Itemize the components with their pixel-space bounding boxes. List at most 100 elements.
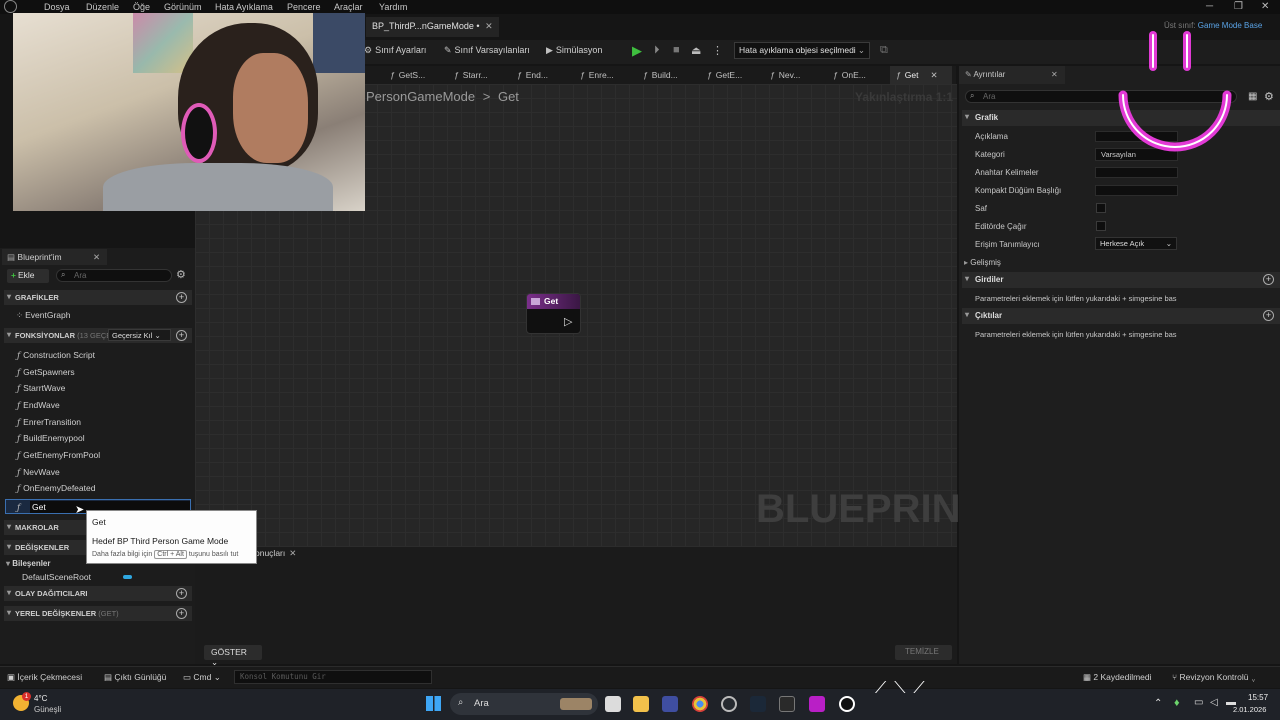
windows-start-icon[interactable] — [426, 696, 441, 711]
file-explorer-icon[interactable] — [633, 696, 649, 712]
github-desktop-icon[interactable] — [721, 696, 737, 712]
function-item[interactable]: ƒ Construction Script — [17, 350, 95, 361]
graph-tab[interactable]: ƒ Nev... — [770, 70, 800, 80]
maximize-icon[interactable]: ❐ — [1234, 1, 1243, 12]
function-item[interactable]: ƒ BuildEnemypool — [17, 433, 85, 444]
graph-tab[interactable]: ƒ Build... — [643, 70, 678, 80]
graph-tab[interactable]: ƒ GetE... — [707, 70, 742, 80]
variable-item[interactable]: DefaultSceneRoot — [22, 572, 91, 582]
keywords-field[interactable] — [1095, 167, 1178, 178]
steam-icon[interactable] — [750, 696, 766, 712]
unreal-engine-icon[interactable] — [839, 696, 855, 712]
settings-gear-icon[interactable]: ⚙ — [1264, 90, 1274, 103]
breadcrumb-parent[interactable]: PersonGameMode — [366, 89, 475, 104]
clock-date[interactable]: 2.01.2026 — [1233, 705, 1266, 714]
graph-tab-active[interactable]: ƒ Get ✕ — [896, 70, 938, 81]
event-dispatchers-section-header[interactable]: OLAY DAĞITICILARI — [4, 586, 192, 601]
debug-find-icon[interactable]: ⧉ — [880, 44, 888, 57]
pure-checkbox[interactable] — [1096, 203, 1106, 213]
menu-view[interactable]: Görünüm — [164, 2, 202, 12]
menu-file[interactable]: Dosya — [44, 2, 70, 12]
volume-icon[interactable]: ◁ — [1210, 697, 1218, 708]
function-item[interactable]: ƒ NevWave — [17, 467, 60, 478]
close-tab-icon[interactable]: ✕ — [485, 21, 493, 31]
table-view-icon[interactable]: ▦ — [1248, 91, 1257, 102]
function-item[interactable]: ƒ OnEnemyDefeated — [17, 483, 95, 494]
compiler-results-tab[interactable]: onuçları ✕ — [255, 548, 296, 559]
store-icon[interactable] — [662, 696, 678, 712]
graph-tab[interactable]: ƒ End... — [517, 70, 548, 80]
close-tab-icon[interactable]: ✕ — [93, 252, 100, 263]
add-output-icon[interactable]: + — [1263, 310, 1274, 321]
clock-time[interactable]: 15:57 — [1248, 693, 1268, 702]
add-function-icon[interactable]: + — [176, 330, 187, 341]
graph-tab[interactable]: ƒ GetS... — [390, 70, 425, 80]
more-options-icon[interactable]: ⋮ — [712, 44, 723, 57]
content-drawer-button[interactable]: ▣ İçerik Çekmecesi — [7, 672, 82, 683]
cmd-dropdown[interactable]: ▭ Cmd ⌄ — [183, 672, 221, 683]
compact-title-field[interactable] — [1095, 185, 1178, 196]
function-item[interactable]: ƒ GetEnemyFromPool — [17, 450, 100, 461]
close-tab-icon[interactable]: ✕ — [930, 70, 937, 80]
unreal-logo-icon[interactable] — [4, 0, 17, 13]
menu-debug[interactable]: Hata Ayıklama — [215, 2, 273, 12]
console-input[interactable]: Konsol Komutunu Gir — [234, 670, 432, 684]
menu-window[interactable]: Pencere — [287, 2, 321, 12]
event-graph-item[interactable]: ⁘ EventGraph — [16, 310, 71, 321]
function-item[interactable]: ƒ EnrerTransition — [17, 417, 81, 428]
network-icon[interactable]: ▭ — [1194, 697, 1203, 708]
graph-tab[interactable]: ƒ Enre... — [580, 70, 614, 80]
chrome-icon[interactable] — [692, 696, 708, 712]
inputs-section-header[interactable]: Girdiler — [962, 272, 1280, 288]
settings-gear-icon[interactable]: ⚙ — [176, 268, 186, 281]
add-button[interactable]: + Ekle — [7, 269, 49, 283]
add-graph-icon[interactable]: + — [176, 292, 187, 303]
graph-tab[interactable]: ƒ Starr... — [454, 70, 488, 80]
revision-control-button[interactable]: ⑂ Revizyon Kontrolü ⌄ — [1172, 672, 1256, 682]
clear-button[interactable]: TEMİZLE — [895, 645, 952, 660]
close-window-icon[interactable]: ✕ — [1261, 1, 1269, 12]
step-icon[interactable]: ⏵ — [654, 44, 660, 57]
close-tab-icon[interactable]: ✕ — [289, 548, 296, 558]
task-view-icon[interactable] — [605, 696, 621, 712]
taskbar-search[interactable]: ⌕ Ara — [450, 693, 598, 715]
eject-icon[interactable]: ⏏ — [691, 44, 701, 57]
unsaved-button[interactable]: ▦ 2 Kaydedilmedi — [1083, 672, 1152, 683]
graphs-section-header[interactable]: GRAFİKLER — [4, 290, 192, 305]
app-icon[interactable] — [809, 696, 825, 712]
play-icon[interactable]: ▶ — [632, 43, 642, 59]
menu-tools[interactable]: Araçlar — [334, 2, 363, 12]
add-input-icon[interactable]: + — [1263, 274, 1274, 285]
function-item[interactable]: ƒ EndWave — [17, 400, 60, 411]
menu-help[interactable]: Yardım — [379, 2, 407, 12]
epic-games-icon[interactable] — [779, 696, 795, 712]
blueprint-document-tab[interactable]: BP_ThirdP...nGameMode • ✕ — [366, 17, 499, 37]
graph-tab[interactable]: ƒ OnE... — [833, 70, 866, 80]
add-local-variable-icon[interactable]: + — [176, 608, 187, 619]
local-variables-section-header[interactable]: YEREL DEĞİŞKENLER (GET) — [4, 606, 192, 621]
function-item[interactable]: ƒ StarrtWave — [17, 383, 65, 394]
add-dispatcher-icon[interactable]: + — [176, 588, 187, 599]
outputs-section-header[interactable]: Çıktılar — [962, 308, 1280, 324]
exec-pin-icon[interactable]: ▷ — [564, 315, 572, 328]
minimize-icon[interactable]: ─ — [1206, 1, 1213, 12]
microphone-icon[interactable]: ♦ — [1174, 697, 1180, 709]
advanced-expander[interactable]: ▸ Gelişmiş — [964, 258, 1001, 267]
blueprint-search-input[interactable]: ⌕ Ara — [56, 269, 172, 282]
override-dropdown[interactable]: Geçersiz Kıl ⌄ — [108, 329, 171, 341]
call-in-editor-checkbox[interactable] — [1096, 221, 1106, 231]
close-tab-icon[interactable]: ✕ — [1051, 70, 1058, 79]
class-defaults-button[interactable]: ✎ Sınıf Varsayılanları — [444, 45, 530, 56]
simulation-button[interactable]: ▶ Simülasyon — [546, 45, 602, 56]
debug-object-select[interactable]: Hata ayıklama objesi seçilmedi ⌄ — [734, 42, 870, 59]
menu-edit[interactable]: Düzenle — [86, 2, 119, 12]
output-log-button[interactable]: ▤ Çıktı Günlüğü — [104, 672, 166, 683]
show-button[interactable]: GÖSTER ⌄ — [204, 645, 262, 667]
class-settings-button[interactable]: ⚙ Sınıf Ayarları — [364, 45, 426, 56]
menu-asset[interactable]: Öğe — [133, 2, 150, 12]
components-category[interactable]: ▾ Bileşenler — [6, 559, 51, 568]
function-entry-node[interactable]: Get ▷ — [526, 293, 581, 334]
show-hidden-icons[interactable]: ⌃ — [1154, 698, 1162, 709]
stop-icon[interactable]: ■ — [673, 44, 680, 56]
access-specifier-dropdown[interactable]: Herkese Açık ⌄ — [1095, 237, 1177, 250]
